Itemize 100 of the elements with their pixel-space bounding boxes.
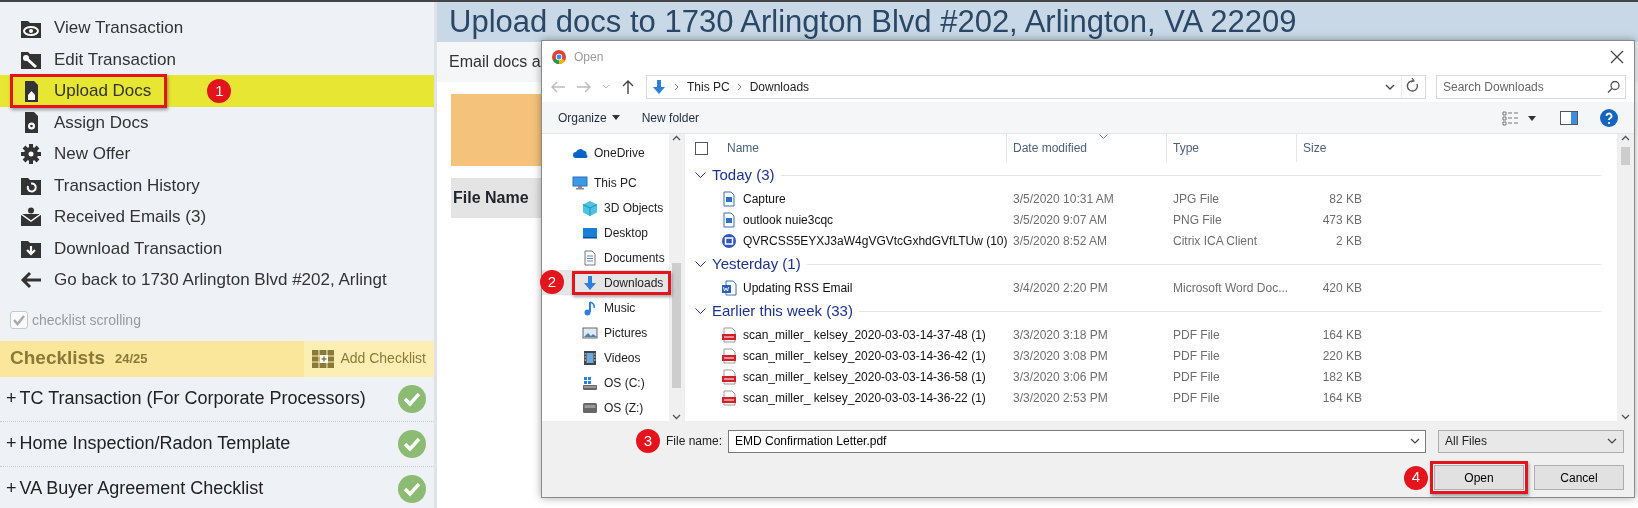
- scrollbar[interactable]: [668, 134, 684, 421]
- scrollbar[interactable]: [1617, 134, 1634, 421]
- menu-item[interactable]: Go back to 1730 Arlington Blvd #202, Arlingt: [0, 264, 434, 296]
- column-header[interactable]: Type: [1173, 139, 1199, 157]
- help-icon[interactable]: [1600, 108, 1618, 127]
- nav-item[interactable]: OS (Z:): [542, 395, 669, 420]
- checkbox-icon: [695, 142, 708, 156]
- file-date: 3/3/2020 3:18 PM: [1013, 327, 1108, 342]
- file-name[interactable]: outlook nuie3cqc: [743, 210, 834, 229]
- column-header[interactable]: Date modified: [1013, 139, 1088, 157]
- add-checklist-link[interactable]: Add Checklist: [304, 340, 434, 377]
- caret-icon: [611, 115, 620, 120]
- file-size: 82 KB: [1329, 191, 1362, 206]
- chevron-down-icon: [1621, 412, 1630, 421]
- checklists-title: Checklists: [10, 346, 106, 371]
- file-name[interactable]: scan_miller_ kelsey_2020-03-03-14-37-48 (1): [743, 325, 986, 344]
- up-arrow-icon: [620, 79, 636, 95]
- file-size: 164 KB: [1322, 327, 1362, 342]
- close-icon[interactable]: [1610, 49, 1624, 64]
- file-type: PDF File: [1173, 327, 1220, 342]
- file-date: 3/3/2020 3:08 PM: [1013, 348, 1108, 363]
- column-header[interactable]: Size: [1303, 139, 1327, 157]
- menu-item[interactable]: Received Emails (3): [0, 201, 434, 233]
- nav-item[interactable]: Documents: [542, 245, 669, 270]
- file-date: 3/5/2020 9:07 AM: [1013, 212, 1108, 227]
- menu-item[interactable]: New Offer: [0, 138, 434, 170]
- menu-item[interactable]: Upload Docs 1: [0, 75, 434, 107]
- nav-item[interactable]: This PC: [542, 170, 669, 195]
- nav-item[interactable]: Pictures: [542, 320, 669, 345]
- file-type: PDF File: [1173, 390, 1220, 405]
- toolbar-button[interactable]: Organize: [558, 108, 620, 127]
- breadcrumb-item[interactable]: Downloads: [749, 78, 810, 96]
- chevron-down-icon: [695, 171, 706, 179]
- scrollbar-thumb[interactable]: [1621, 147, 1630, 165]
- sort-caret-icon: [1099, 134, 1108, 139]
- file-type: Microsoft Word Doc...: [1173, 280, 1289, 295]
- forward-arrow-icon: [576, 79, 592, 95]
- back-arrow-icon: [550, 79, 566, 95]
- column-header: File Name: [452, 189, 529, 206]
- nav-item[interactable]: 3D Objects: [542, 195, 669, 220]
- checklist-link[interactable]: Home Inspection/Radon Template: [19, 430, 291, 457]
- step-number-badge: 1: [207, 78, 232, 103]
- file-name-field[interactable]: EMD Confirmation Letter.pdf: [728, 429, 1426, 453]
- pdf-file-icon: [721, 326, 737, 343]
- address-bar[interactable]: This PC Downloads: [646, 75, 1426, 99]
- dialog-button[interactable]: Cancel: [1534, 465, 1624, 490]
- preview-pane-icon[interactable]: [1560, 110, 1578, 125]
- checkbox[interactable]: [10, 311, 28, 329]
- film-icon: [582, 349, 598, 366]
- file-name[interactable]: QVRCSS5EYXJ3aW4gVGVtcGxhdGVfLTUw (10): [743, 231, 1008, 250]
- chevron-up-icon: [671, 134, 681, 143]
- dialog-button[interactable]: Open: [1434, 465, 1524, 490]
- file-size: 164 KB: [1322, 390, 1362, 405]
- file-name[interactable]: scan_miller_ kelsey_2020-03-03-14-36-58 (1): [743, 367, 986, 386]
- file-type: PDF File: [1173, 369, 1220, 384]
- chevron-down-icon: [1410, 436, 1420, 446]
- cube-icon: [582, 199, 598, 216]
- search-field[interactable]: Search Downloads: [1436, 75, 1626, 99]
- menu-item[interactable]: Edit Transaction: [0, 43, 434, 75]
- nav-item[interactable]: OneDrive: [542, 140, 669, 165]
- nav-item[interactable]: Music: [542, 295, 669, 320]
- file-type: JPG File: [1173, 191, 1219, 206]
- file-type-dropdown[interactable]: All Files: [1438, 429, 1624, 453]
- menu-item[interactable]: Assign Docs: [0, 106, 434, 138]
- nav-item[interactable]: Desktop: [542, 220, 669, 245]
- file-name[interactable]: Capture: [743, 189, 786, 208]
- file-date: 3/3/2020 2:53 PM: [1013, 390, 1108, 405]
- nav-item[interactable]: Videos: [542, 345, 669, 370]
- menu-item[interactable]: View Transaction: [0, 12, 434, 44]
- checklist-link[interactable]: TC Transaction (For Corporate Processors): [19, 385, 366, 412]
- menu-item[interactable]: Download Transaction: [0, 232, 434, 264]
- breadcrumb-item[interactable]: This PC: [687, 78, 730, 96]
- file-name[interactable]: scan_miller_ kelsey_2020-03-03-14-36-42 (1): [743, 346, 986, 365]
- nav-item[interactable]: OS (C:): [542, 370, 669, 395]
- checklist-link[interactable]: VA Buyer Agreement Checklist: [19, 475, 264, 502]
- column-header[interactable]: Name: [727, 139, 759, 157]
- add-grid-icon: [312, 349, 335, 368]
- step-number-badge: 4: [1404, 465, 1428, 490]
- checklists-count: 24/25: [115, 349, 148, 368]
- file-name[interactable]: scan_miller_ kelsey_2020-03-03-14-36-22 (1): [743, 388, 986, 407]
- group-header[interactable]: Earlier this week (33): [712, 299, 853, 323]
- scrollbar-thumb[interactable]: [671, 263, 681, 388]
- file-size: 220 KB: [1322, 348, 1362, 363]
- file-size: 473 KB: [1322, 212, 1362, 227]
- toolbar-button[interactable]: New folder: [641, 108, 700, 127]
- group-header[interactable]: Today (3): [712, 163, 775, 187]
- download-arrow-icon: [582, 274, 598, 291]
- pdf-file-icon: [721, 347, 737, 364]
- chevron-down-icon: [671, 412, 681, 421]
- menu-item[interactable]: Transaction History: [0, 169, 434, 201]
- group-header[interactable]: Yesterday (1): [712, 252, 801, 276]
- music-note-icon: [582, 299, 598, 316]
- chevron-down-icon: [1385, 82, 1395, 92]
- file-name[interactable]: Updating RSS Email: [743, 278, 853, 297]
- view-options-icon[interactable]: [1502, 109, 1538, 126]
- expand-toggle[interactable]: +: [6, 475, 17, 502]
- file-type: PNG File: [1173, 212, 1222, 227]
- expand-toggle[interactable]: +: [6, 430, 17, 457]
- pdf-file-icon: [721, 368, 737, 385]
- expand-toggle[interactable]: +: [6, 385, 17, 412]
